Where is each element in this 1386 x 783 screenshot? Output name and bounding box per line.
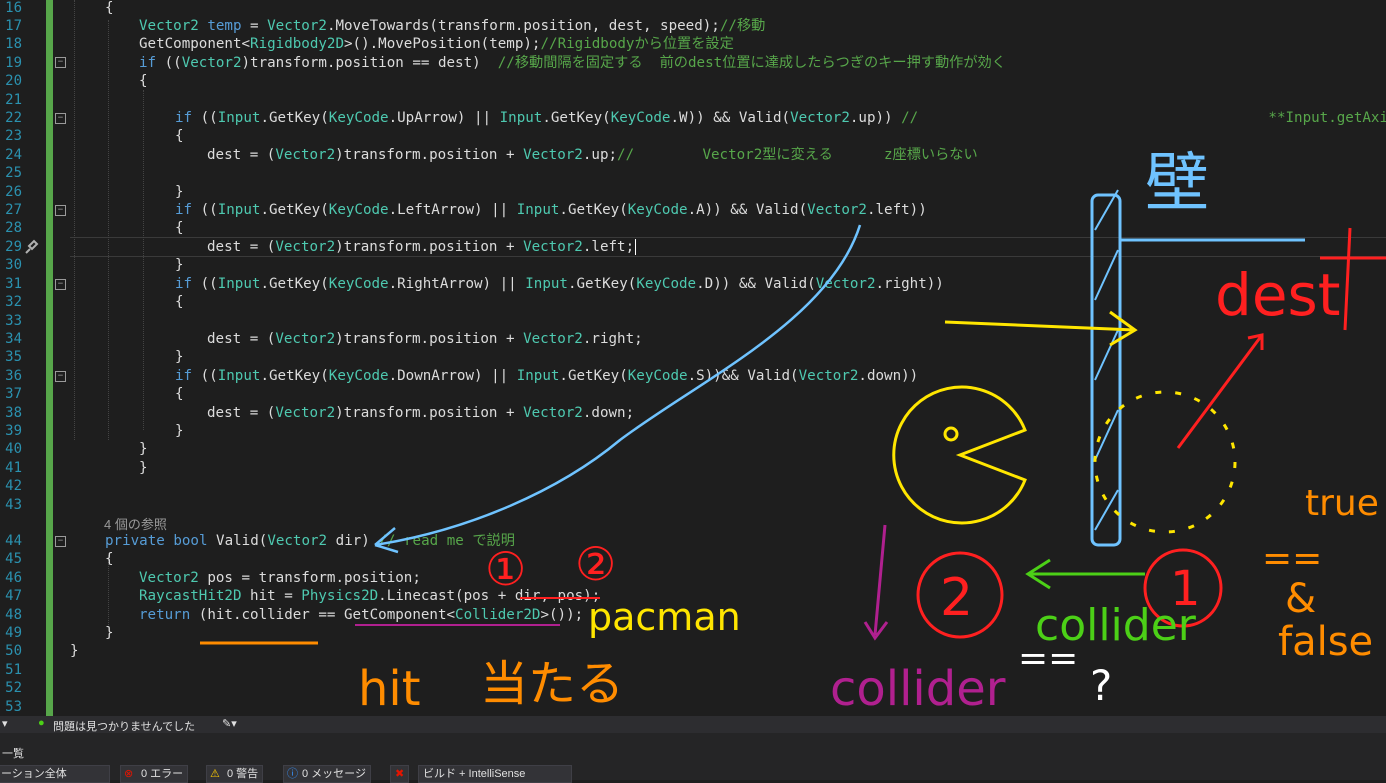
code-line: } [175,257,184,273]
code-line: if ((Input.GetKey(KeyCode.DownArrow) || … [175,368,919,384]
line-number: 29 [5,239,22,255]
code-line: { [175,220,184,236]
line-number: 48 [5,607,22,623]
line-number: 40 [5,441,22,457]
code-line: Vector2 temp = Vector2.MoveTowards(trans… [139,18,766,34]
indent-guide [108,20,109,440]
collapse-icon[interactable]: − [55,371,66,382]
indent-guide [74,0,75,440]
line-number: 20 [5,73,22,89]
line-number: 43 [5,497,22,513]
codelens-references[interactable]: 4 個の参照 [104,514,167,533]
code-editor[interactable]: 16 17 18 19 20 21 22 23 24 25 26 27 28 2… [0,0,1386,716]
line-number: 17 [5,18,22,34]
line-number: 41 [5,460,22,476]
line-number: 16 [5,0,22,16]
line-number: 24 [5,147,22,163]
code-line: if ((Input.GetKey(KeyCode.RightArrow) ||… [175,276,944,292]
line-number: 45 [5,551,22,567]
brush-icon[interactable]: ✎▾ [222,717,237,730]
line-number: 22 [5,110,22,126]
line-number: 46 [5,570,22,586]
line-number: 27 [5,202,22,218]
code-line: } [175,423,184,439]
error-list-panel: 一覧 ーション全体 ⊗ 0 エラー ⚠ 0 警告 ⓘ 0 メッセージ ✖ ビルド + … [0,733,1386,783]
line-number: 31 [5,276,22,292]
code-line: Vector2 pos = transform.position; [139,570,421,586]
line-number: 26 [5,184,22,200]
line-number: 28 [5,220,22,236]
line-number: 32 [5,294,22,310]
change-tracking-bar [46,0,53,716]
zoom-dropdown-icon[interactable]: ▾ [2,717,8,730]
code-line: GetComponent<Rigidbody2D>().MovePosition… [139,36,734,52]
line-number: 49 [5,625,22,641]
collapse-icon[interactable]: − [55,536,66,547]
line-number: 38 [5,405,22,421]
panel-title: 一覧 [2,748,24,760]
line-number: 53 [5,699,22,715]
line-number: 34 [5,331,22,347]
code-line: return (hit.collider == GetComponent<Col… [139,607,584,623]
build-filter-dropdown[interactable]: ビルド + IntelliSense [418,765,572,783]
line-number: 18 [5,36,22,52]
messages-filter[interactable]: ⓘ 0 メッセージ [283,765,371,783]
clear-filter-icon[interactable]: ✖ [390,765,410,783]
errors-count: 0 エラー [141,768,184,780]
line-number: 39 [5,423,22,439]
code-line: } [139,460,148,476]
line-number: 47 [5,588,22,604]
line-number: 30 [5,257,22,273]
messages-count: 0 メッセージ [302,768,366,780]
line-number: 23 [5,128,22,144]
code-line: private bool Valid(Vector2 dir) // read … [105,533,515,549]
line-number: 51 [5,662,22,678]
code-line: dest = (Vector2)transform.position + Vec… [207,405,635,421]
collapse-icon[interactable]: − [55,57,66,68]
scope-dropdown[interactable]: ーション全体 [0,765,110,783]
line-number: 35 [5,349,22,365]
code-line: { [105,0,114,16]
code-line: dest = (Vector2)transform.position + Vec… [207,331,643,347]
code-line: { [175,128,184,144]
warnings-filter[interactable]: ⚠ 0 警告 [206,765,264,783]
code-line: { [175,294,184,310]
collapse-icon[interactable]: − [55,113,66,124]
line-number: 50 [5,643,22,659]
code-line: RaycastHit2D hit = Physics2D.Linecast(po… [139,588,601,604]
line-number: 42 [5,478,22,494]
text-cursor [635,239,637,255]
check-icon: ● [38,717,45,729]
code-line: } [139,441,148,457]
code-line: if ((Input.GetKey(KeyCode.UpArrow) || In… [175,110,1386,126]
code-line: } [105,625,114,641]
line-number: 21 [5,92,22,108]
line-number: 52 [5,680,22,696]
collapse-icon[interactable]: − [55,279,66,290]
code-line: dest = (Vector2)transform.position + Vec… [207,239,637,255]
no-issues-text[interactable]: 問題は見つかりませんでした [53,718,195,734]
code-line: { [139,73,148,89]
line-number: 36 [5,368,22,384]
line-number: 33 [5,313,22,329]
code-line: { [175,386,184,402]
warnings-count: 0 警告 [227,768,259,780]
code-line: } [175,184,184,200]
errors-filter[interactable]: ⊗ 0 エラー [120,765,189,783]
code-line: if ((Vector2)transform.position == dest)… [139,55,1006,71]
code-line: } [70,643,79,659]
quick-edit-icon[interactable] [22,238,42,256]
line-number: 25 [5,165,22,181]
collapse-icon[interactable]: − [55,205,66,216]
code-line: { [105,551,114,567]
code-line: } [175,349,184,365]
indent-guide [143,90,144,430]
line-number: 19 [5,55,22,71]
code-line: dest = (Vector2)transform.position + Vec… [207,147,978,163]
editor-status-bar: ▾ ● 問題は見つかりませんでした ✎▾ [0,716,1386,733]
code-line: if ((Input.GetKey(KeyCode.LeftArrow) || … [175,202,927,218]
line-number: 44 [5,533,22,549]
line-number: 37 [5,386,22,402]
